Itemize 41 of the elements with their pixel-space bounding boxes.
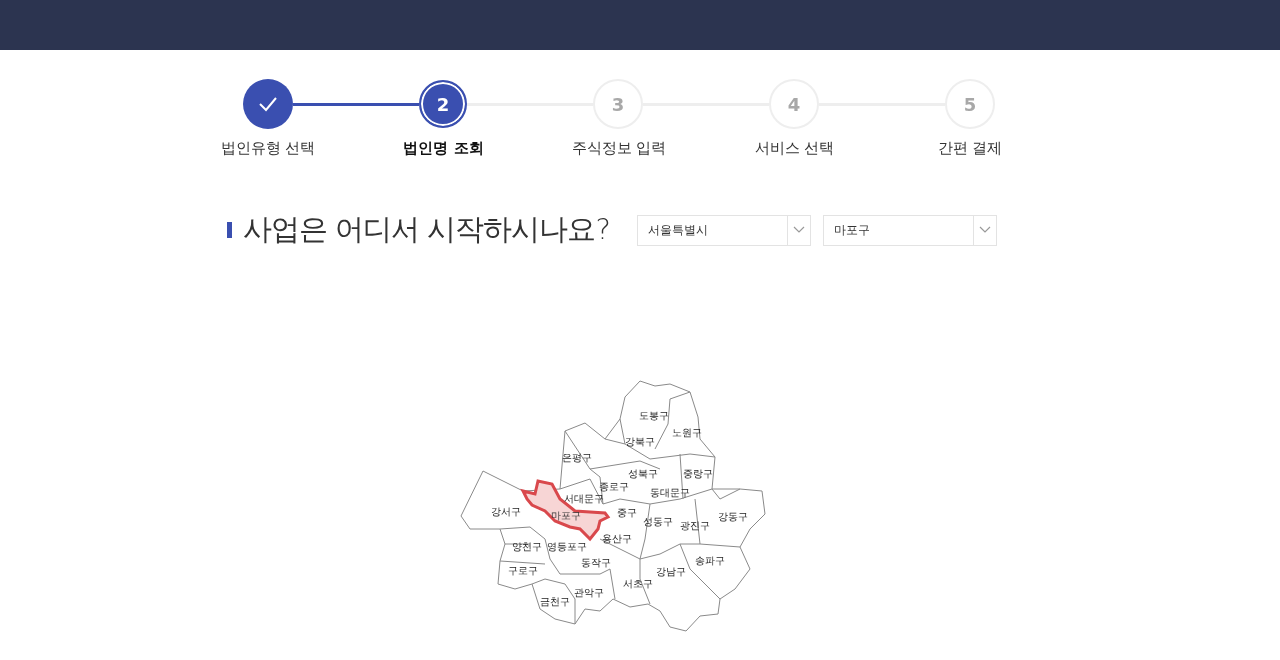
step-label: 간편 결제 [937,139,1003,158]
select-dropdown[interactable]: 마포구 [823,214,997,246]
step-label: 법인유형 선택 [220,139,316,158]
district-label[interactable]: 구로구 [508,565,538,576]
select-dropdown[interactable]: 서울특별시 [637,214,811,246]
chevron-down-icon [979,226,991,234]
district-label[interactable]: 강북구 [625,436,655,447]
step-label: 서비스 선택 [754,139,835,158]
step-circle: 2 [419,80,467,128]
district-label[interactable]: 송파구 [695,555,725,566]
district-label[interactable]: 서대문구 [564,493,604,504]
chevron-down-icon [793,226,805,234]
district-label[interactable]: 양천구 [512,541,542,552]
district-label[interactable]: 도봉구 [639,410,669,421]
district-label[interactable]: 관악구 [574,587,604,598]
check-icon [258,96,278,112]
district-label[interactable]: 동작구 [581,557,611,568]
district-label[interactable]: 동대문구 [650,487,690,498]
step-label: 법인명 조회 [403,139,484,158]
district-label[interactable]: 성동구 [643,516,673,527]
district-label[interactable]: 용산구 [602,533,632,544]
district-label[interactable]: 은평구 [562,452,592,463]
district-label[interactable]: 마포구 [551,510,581,521]
district-label[interactable]: 영등포구 [547,541,587,552]
district-label[interactable]: 종로구 [599,481,629,492]
question-heading: 사업은 어디서 시작하시나요? [243,211,611,248]
heading-accent-bar [227,222,232,238]
step-circle: 3 [593,79,643,129]
step-circle: 4 [769,79,819,129]
district-label[interactable]: 중구 [617,507,637,518]
district-label[interactable]: 중랑구 [683,468,713,479]
district-label[interactable]: 성북구 [628,468,658,479]
district-label[interactable]: 강동구 [718,511,748,522]
district-label[interactable]: 강남구 [656,566,686,577]
step-circle: 5 [945,79,995,129]
district-label[interactable]: 광진구 [680,520,710,531]
district-label[interactable]: 금천구 [540,596,570,607]
district-label[interactable]: 노원구 [672,427,702,438]
step-label: 주식정보 입력 [571,139,667,158]
district-label[interactable]: 강서구 [491,506,521,517]
district-label[interactable]: 서초구 [623,578,653,589]
